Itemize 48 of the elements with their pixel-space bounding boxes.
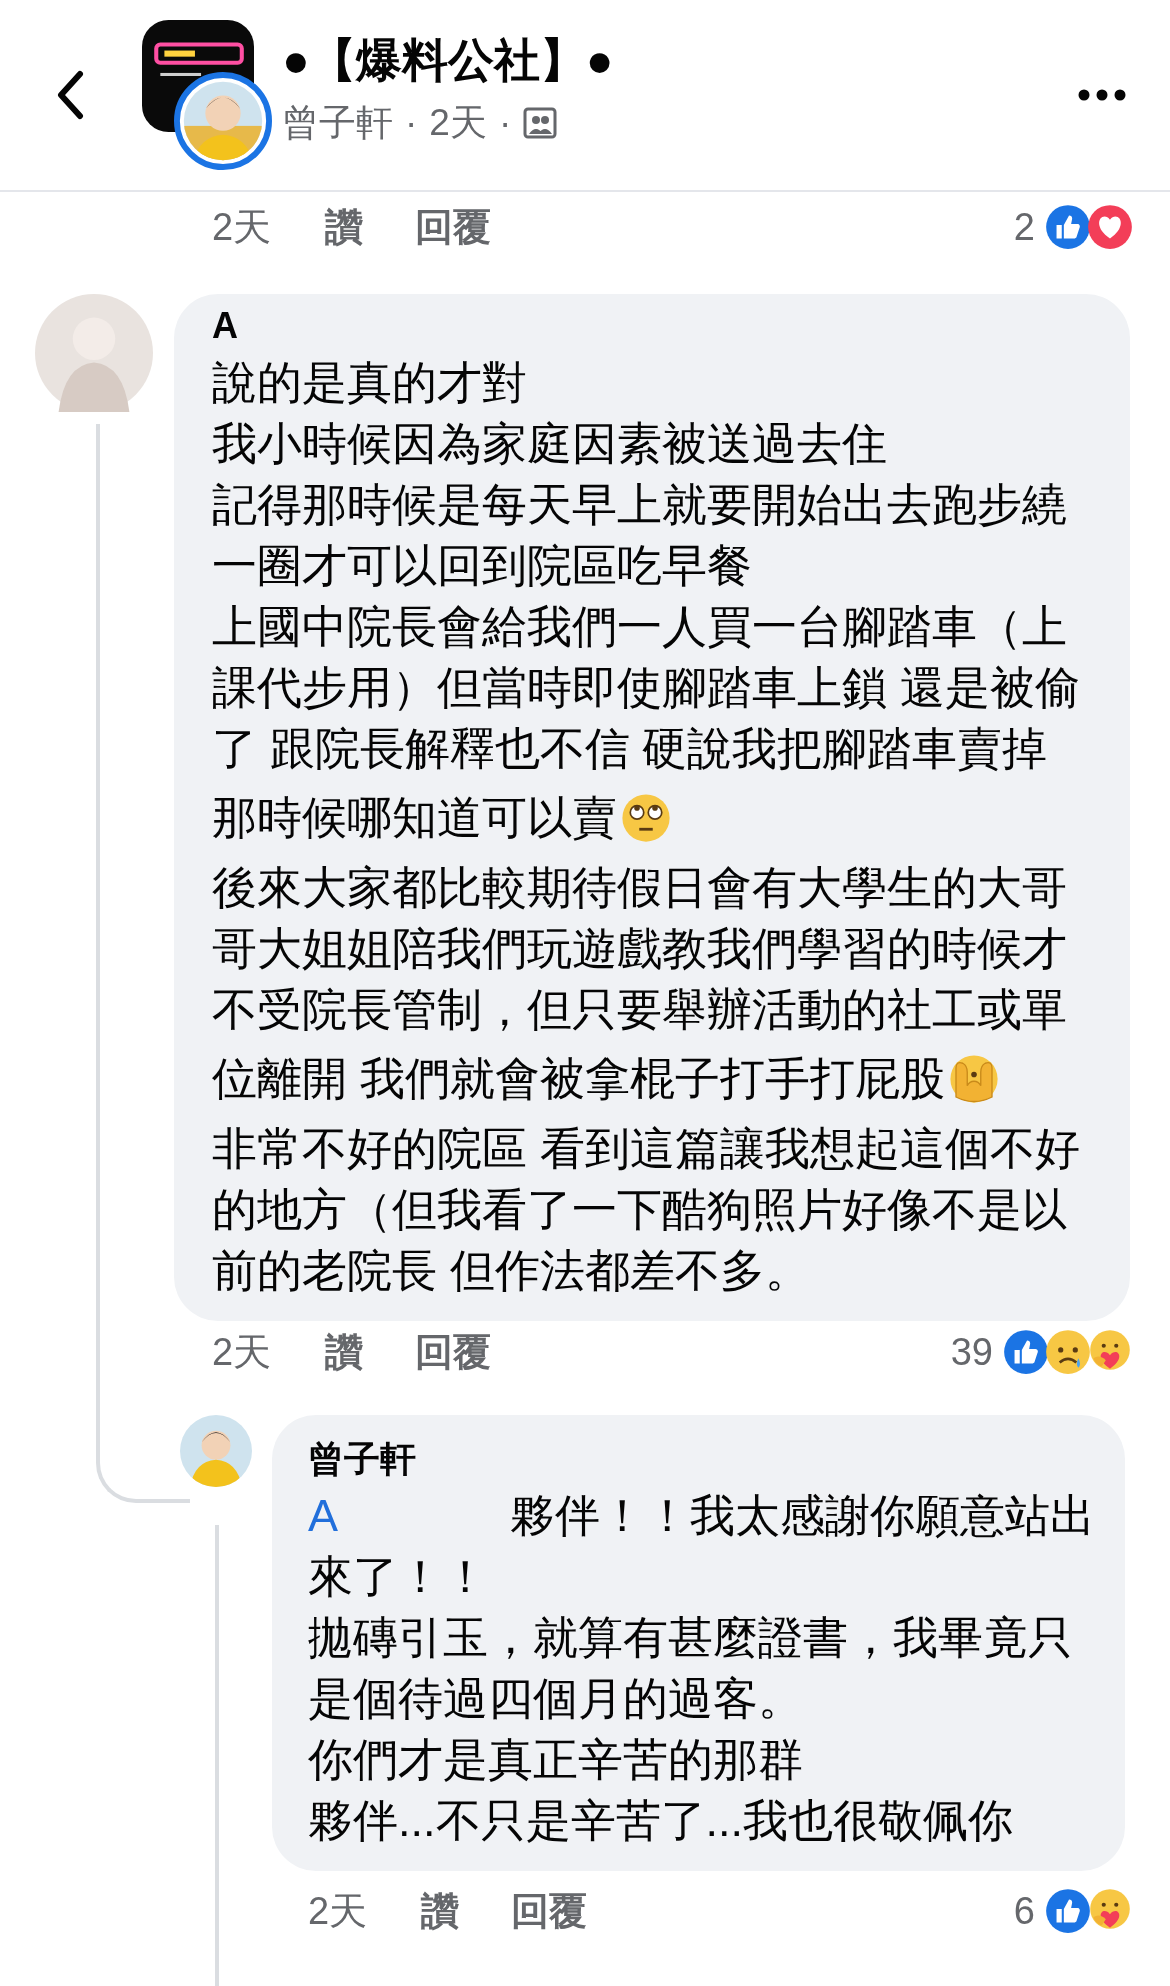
comment-text-line: 說的是真的才對 — [212, 355, 527, 410]
comment-text-line: 上國中院長會給我們一人買一台腳踏車（上 — [212, 599, 1067, 654]
reply-text-line: 來了！！ — [308, 1549, 488, 1604]
group-audience-icon — [523, 106, 558, 140]
comment-text-line: 那時候哪知道可以賣 — [212, 791, 617, 845]
like-link[interactable]: 讚 — [325, 201, 364, 253]
group-title[interactable]: ●【爆料公社】● — [282, 30, 1074, 92]
profile-avatar[interactable] — [174, 72, 272, 170]
comment-text-line: 記得那時候是每天早上就要開始出去跑步繞 — [212, 477, 1067, 532]
separator-dot: · — [405, 102, 418, 144]
more-icon — [1078, 89, 1126, 101]
comment-text-line: 後來大家都比較期待假日會有大學生的大哥 — [212, 860, 1067, 915]
comment-text-line: 不受院長管制，但只要舉辦活動的社工或單 — [212, 982, 1067, 1037]
author-name[interactable]: 曾子軒 — [282, 98, 393, 148]
reply-text-line: 夥伴...不只是辛苦了...我也很敬佩你 — [308, 1793, 1013, 1848]
reply-author-name[interactable]: 曾子軒 — [308, 1433, 1095, 1485]
comment-time: 2天 — [212, 1329, 272, 1375]
comment-text-line: 前的老院長 但作法都差不多。 — [212, 1243, 810, 1298]
mention-link[interactable]: A — [308, 1489, 338, 1542]
eye-roll-emoji-icon — [619, 791, 673, 845]
comment-text-line: 課代步用）但當時即使腳踏車上鎖 還是被偷 — [212, 660, 1080, 715]
reply-link[interactable]: 回覆 — [415, 201, 492, 253]
comment-text-line: 哥大姐姐陪我們玩遊戲教我們學習的時候才 — [212, 921, 1067, 976]
comment-text-line: 的地方（但我看了一下酷狗照片好像不是以 — [212, 1182, 1067, 1237]
post-time: 2天 — [429, 101, 487, 145]
reply-text-line: 拋磚引玉，就算有甚麼證書，我畢竟只 — [308, 1610, 1073, 1665]
comment-text-line: 一圈才可以回到院區吃早餐 — [212, 538, 752, 593]
love-reaction-icon — [1085, 202, 1135, 252]
reply-link[interactable]: 回覆 — [415, 1326, 492, 1378]
reply-text-line: 是個待過四個月的過客。 — [308, 1671, 803, 1726]
comment-time: 2天 — [212, 204, 272, 250]
reaction-count: 39 — [950, 1330, 993, 1374]
separator-dot: · — [498, 102, 512, 144]
like-reaction-icon — [1043, 1886, 1093, 1936]
comment-text-line: 我小時候因為家庭因素被送過去住 — [212, 416, 887, 471]
comment-time: 2天 — [308, 1888, 368, 1934]
comment-text-line: 位離開 我們就會被拿棍子打手打屁股 — [212, 1052, 945, 1106]
like-link[interactable]: 讚 — [421, 1885, 460, 1937]
reaction-count: 2 — [1013, 205, 1035, 249]
commenter-name[interactable]: A — [212, 300, 1100, 352]
reaction-count: 6 — [1013, 1889, 1035, 1933]
comment-text-line: 了 跟院長解釋也不信 硬說我把腳踏車賣掉 — [212, 721, 1047, 776]
sad-reaction-icon — [1043, 1327, 1093, 1377]
reply-text-line: 夥伴！！我太感謝你願意站出 — [510, 1488, 1095, 1543]
reply-link[interactable]: 回覆 — [511, 1885, 588, 1937]
reply-text-line: 你們才是真正辛苦的那群 — [308, 1732, 803, 1787]
comment-text-line: 非常不好的院區 看到這篇讓我想起這個不好 — [212, 1121, 1080, 1176]
like-link[interactable]: 讚 — [325, 1326, 364, 1378]
